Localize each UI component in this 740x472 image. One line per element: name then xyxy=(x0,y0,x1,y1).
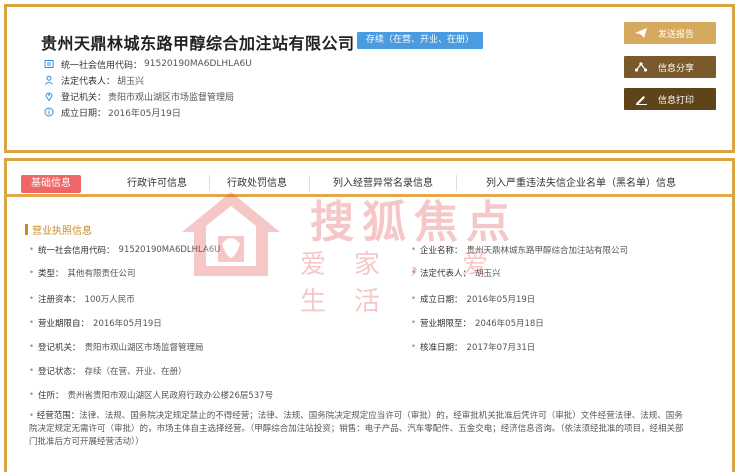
field-founded: • 成立日期： 2016年05月19日 xyxy=(411,294,536,305)
field-type: • 类型： 其他有限责任公司 xyxy=(29,268,136,279)
field-value: 91520190MA6DLHLA6U xyxy=(118,245,221,255)
button-label: 发送报告 xyxy=(658,29,695,40)
tab-divider xyxy=(309,175,310,191)
button-label: 信息分享 xyxy=(658,63,695,74)
field-value: 贵阳市观山湖区市场监督管理局 xyxy=(84,343,204,353)
send-report-button[interactable]: 发送报告 xyxy=(624,22,716,44)
field-value: 存续（在营、开业、在册） xyxy=(84,367,187,377)
field-value: 100万人民币 xyxy=(84,295,135,305)
info-icon xyxy=(43,106,55,118)
person-icon xyxy=(43,74,55,86)
field-label: 登记机关： xyxy=(38,343,81,353)
field-value: 2046年05月18日 xyxy=(475,319,544,329)
button-label: 信息打印 xyxy=(658,95,695,106)
field-credit-code: • 统一社会信用代码： 91520190MA6DLHLA6U xyxy=(29,245,221,256)
field-value: 法律、法规、国务院决定规定禁止的不得经营；法律、法规、国务院决定规定应当许可（审… xyxy=(29,411,684,447)
field-value: 贵州天鼎林城东路甲醇综合加注站有限公司 xyxy=(466,246,629,256)
field-label: 核准日期： xyxy=(420,343,463,353)
summary-value: 91520190MA6DLHLA6U xyxy=(144,59,252,69)
summary-value: 胡玉兴 xyxy=(117,76,145,87)
company-summary-panel: 贵州天鼎林城东路甲醇综合加注站有限公司 存续（在营、开业、在册） 统一社会信用代… xyxy=(4,4,735,153)
print-icon xyxy=(630,93,652,105)
field-label: 企业名称： xyxy=(420,246,463,256)
tab-admin-license[interactable]: 行政许可信息 xyxy=(115,175,199,193)
tab-basic-info[interactable]: 基础信息 xyxy=(21,175,81,193)
summary-authority: 登记机关： 贵阳市观山湖区市场监督管理局 xyxy=(43,89,234,103)
summary-label: 成立日期： xyxy=(61,108,107,119)
field-value: 胡玉兴 xyxy=(475,269,501,279)
summary-label: 统一社会信用代码： xyxy=(61,60,143,71)
tab-bar: 基础信息 行政许可信息 行政处罚信息 列入经营异常名录信息 列入严重违法失信企业… xyxy=(7,169,732,197)
summary-founded: 成立日期： 2016年05月19日 xyxy=(43,105,181,119)
field-label: 类型： xyxy=(38,269,64,279)
location-icon xyxy=(43,90,55,102)
field-value: 2017年07月31日 xyxy=(466,343,536,353)
tab-abnormal-list[interactable]: 列入经营异常名录信息 xyxy=(323,175,443,193)
credit-code-icon xyxy=(43,58,55,70)
share-icon xyxy=(630,61,652,73)
tab-divider xyxy=(209,175,210,191)
field-authority: • 登记机关： 贵阳市观山湖区市场监督管理局 xyxy=(29,342,204,353)
company-name: 贵州天鼎林城东路甲醇综合加注站有限公司 xyxy=(41,34,355,53)
summary-label: 法定代表人： xyxy=(61,76,116,87)
field-value: 其他有限责任公司 xyxy=(67,269,136,279)
section-title-text: 营业执照信息 xyxy=(32,225,92,237)
field-label: 登记状态： xyxy=(38,367,81,377)
field-label: 成立日期： xyxy=(420,295,463,305)
field-address: • 住所： 贵州省贵阳市观山湖区人民政府行政办公楼26层537号 xyxy=(29,390,274,401)
field-value: 贵州省贵阳市观山湖区人民政府行政办公楼26层537号 xyxy=(67,391,274,401)
field-label: 营业期限至： xyxy=(420,319,472,329)
tab-blacklist[interactable]: 列入严重违法失信企业名单（黑名单）信息 xyxy=(473,175,689,193)
field-label: 营业期限自： xyxy=(38,319,90,329)
field-term-start: • 营业期限自： 2016年05月19日 xyxy=(29,318,162,329)
detail-panel: 基础信息 行政许可信息 行政处罚信息 列入经营异常名录信息 列入严重违法失信企业… xyxy=(4,158,735,472)
field-approval-date: • 核准日期： 2017年07月31日 xyxy=(411,342,536,353)
field-label: 法定代表人： xyxy=(420,269,472,279)
field-value: 2016年05月19日 xyxy=(466,295,536,305)
tab-admin-penalty[interactable]: 行政处罚信息 xyxy=(215,175,299,193)
share-info-button[interactable]: 信息分享 xyxy=(624,56,716,78)
business-scope: • 经营范围：法律、法规、国务院决定规定禁止的不得经营；法律、法规、国务院决定规… xyxy=(29,411,684,447)
field-label: 注册资本： xyxy=(38,295,81,305)
field-label: 经营范围： xyxy=(36,411,80,421)
status-badge: 存续（在营、开业、在册） xyxy=(357,32,484,49)
summary-credit-code: 统一社会信用代码： 91520190MA6DLHLA6U xyxy=(43,57,252,71)
field-label: 统一社会信用代码： xyxy=(38,246,115,256)
section-title: 营业执照信息 xyxy=(25,223,92,237)
send-icon xyxy=(630,27,652,39)
summary-label: 登记机关： xyxy=(61,92,107,103)
field-label: 住所： xyxy=(38,391,64,401)
section-marker xyxy=(25,223,28,235)
summary-legal-rep: 法定代表人： 胡玉兴 xyxy=(43,73,144,87)
field-legal-rep: • 法定代表人： 胡玉兴 xyxy=(411,268,501,279)
print-info-button[interactable]: 信息打印 xyxy=(624,88,716,110)
summary-value: 贵阳市观山湖区市场监督管理局 xyxy=(108,92,235,103)
summary-value: 2016年05月19日 xyxy=(108,108,181,119)
field-reg-status: • 登记状态： 存续（在营、开业、在册） xyxy=(29,366,187,377)
field-value: 2016年05月19日 xyxy=(93,319,162,329)
field-capital: • 注册资本： 100万人民币 xyxy=(29,294,135,305)
field-company-name: • 企业名称： 贵州天鼎林城东路甲醇综合加注站有限公司 xyxy=(411,245,629,256)
tab-divider xyxy=(456,175,457,191)
field-term-end: • 营业期限至： 2046年05月18日 xyxy=(411,318,544,329)
